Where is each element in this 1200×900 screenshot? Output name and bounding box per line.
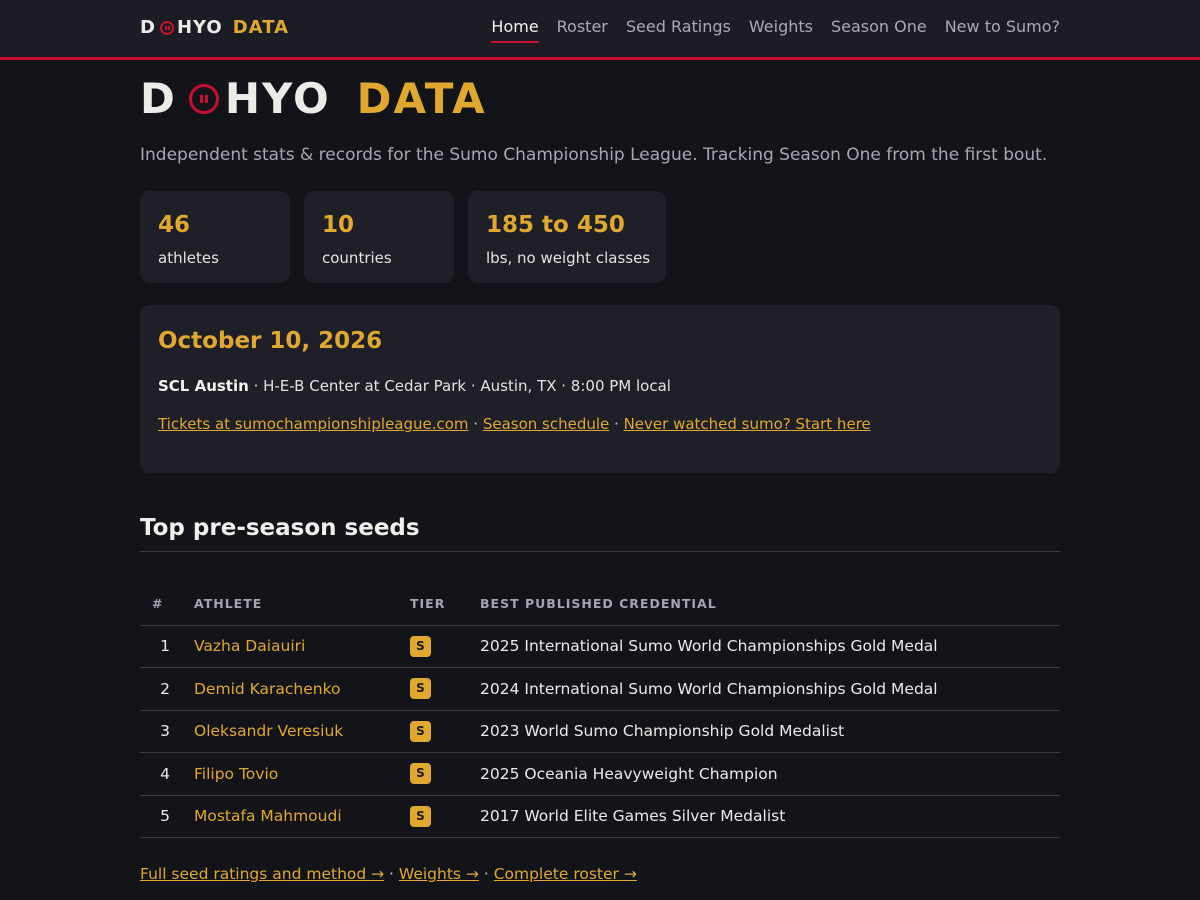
full-seed-ratings-link[interactable]: Full seed ratings and method →	[140, 865, 384, 883]
footer-links: Full seed ratings and method → · Weights…	[140, 865, 637, 883]
athlete-link[interactable]: Mostafa Mahmoudi	[194, 807, 342, 825]
tier-badge: S	[410, 720, 431, 742]
stat-label: countries	[322, 249, 392, 267]
tier-badge: S	[410, 635, 431, 657]
event-info: SCL Austin · H-E-B Center at Cedar Park …	[158, 377, 1042, 395]
col-header-athlete: ATHLETE	[194, 583, 410, 626]
ring-icon	[159, 20, 174, 35]
tagline: Independent stats & records for the Sumo…	[140, 145, 1048, 165]
complete-roster-link[interactable]: Complete roster →	[494, 865, 637, 883]
stat-label: lbs, no weight classes	[486, 249, 651, 267]
nav-seed-ratings[interactable]: Seed Ratings	[626, 17, 731, 43]
logo-text-left: D	[140, 17, 156, 38]
nav-season-one[interactable]: Season One	[831, 17, 927, 43]
hero-logo-text-right: HYO	[224, 74, 331, 123]
nav-new-to-sumo[interactable]: New to Sumo?	[945, 17, 1060, 43]
separator: ·	[384, 865, 399, 883]
col-header-tier: TIER	[410, 583, 480, 626]
hero-logo-text-left: D	[140, 74, 177, 123]
stat-label: athletes	[158, 249, 219, 267]
site-logo[interactable]: D HYO DATA	[140, 17, 289, 38]
table-row: 3 Oleksandr Veresiuk S 2023 World Sumo C…	[140, 710, 1060, 753]
stats-row: 46 athletes 10 countries 185 to 450 lbs,…	[140, 191, 666, 283]
ring-icon	[188, 83, 219, 114]
table-row: 5 Mostafa Mahmoudi S 2017 World Elite Ga…	[140, 795, 1060, 838]
event-name: SCL Austin	[158, 377, 249, 395]
tier-badge: S	[410, 678, 431, 700]
col-header-credential: BEST PUBLISHED CREDENTIAL	[480, 583, 1060, 626]
table-header-row: # ATHLETE TIER BEST PUBLISHED CREDENTIAL	[140, 583, 1060, 626]
rank-cell: 1	[140, 625, 194, 668]
stat-card-athletes: 46 athletes	[140, 191, 290, 283]
logo-text-accent: DATA	[232, 17, 290, 38]
stat-value: 185 to 450	[486, 212, 625, 238]
credential-cell: 2017 World Elite Games Silver Medalist	[480, 795, 1060, 838]
col-header-rank: #	[140, 583, 194, 626]
season-schedule-link[interactable]: Season schedule	[483, 415, 609, 433]
hero-logo: D HYO DATA	[140, 74, 487, 123]
rank-cell: 3	[140, 710, 194, 753]
hero-logo-text-accent: DATA	[356, 74, 487, 123]
table-row: 4 Filipo Tovio S 2025 Oceania Heavyweigh…	[140, 752, 1060, 796]
event-details: · H-E-B Center at Cedar Park · Austin, T…	[248, 377, 671, 395]
credential-cell: 2025 Oceania Heavyweight Champion	[480, 752, 1060, 796]
next-event-card: October 10, 2026 SCL Austin · H-E-B Cent…	[140, 305, 1060, 473]
separator: ·	[609, 415, 624, 433]
nav-home[interactable]: Home	[491, 17, 539, 43]
separator: ·	[478, 865, 494, 883]
athlete-link[interactable]: Oleksandr Veresiuk	[194, 722, 343, 740]
logo-text-right: HYO	[176, 17, 223, 38]
credential-cell: 2023 World Sumo Championship Gold Medali…	[480, 710, 1060, 753]
section-title: Top pre-season seeds	[140, 515, 1060, 552]
event-links: Tickets at sumochampionshipleague.com · …	[158, 415, 1042, 433]
tickets-link[interactable]: Tickets at sumochampionshipleague.com	[158, 415, 469, 433]
table-row: 2 Demid Karachenko S 2024 International …	[140, 667, 1060, 711]
credential-cell: 2025 International Sumo World Championsh…	[480, 625, 1060, 668]
athlete-link[interactable]: Demid Karachenko	[194, 680, 341, 698]
top-navbar: D HYO DATA Home Roster Seed Ratings Weig…	[0, 0, 1200, 60]
tier-badge: S	[410, 763, 431, 785]
nav-roster[interactable]: Roster	[557, 17, 608, 43]
separator: ·	[468, 415, 483, 433]
seeds-table: # ATHLETE TIER BEST PUBLISHED CREDENTIAL…	[140, 583, 1060, 838]
rank-cell: 5	[140, 795, 194, 838]
rank-cell: 4	[140, 752, 194, 796]
stat-value: 10	[322, 212, 355, 238]
athlete-link[interactable]: Filipo Tovio	[194, 765, 278, 783]
table-row: 1 Vazha Daiauiri S 2025 International Su…	[140, 625, 1060, 668]
tier-badge: S	[410, 805, 431, 827]
nav-weights[interactable]: Weights	[749, 17, 813, 43]
credential-cell: 2024 International Sumo World Championsh…	[480, 667, 1060, 711]
main-nav: Home Roster Seed Ratings Weights Season …	[491, 17, 1060, 43]
stat-card-countries: 10 countries	[304, 191, 454, 283]
stat-value: 46	[158, 212, 191, 238]
event-date: October 10, 2026	[158, 328, 383, 354]
athlete-link[interactable]: Vazha Daiauiri	[194, 637, 305, 655]
stat-card-weights: 185 to 450 lbs, no weight classes	[468, 191, 666, 283]
weights-link[interactable]: Weights →	[399, 865, 479, 883]
rank-cell: 2	[140, 667, 194, 711]
start-here-link[interactable]: Never watched sumo? Start here	[624, 415, 871, 433]
